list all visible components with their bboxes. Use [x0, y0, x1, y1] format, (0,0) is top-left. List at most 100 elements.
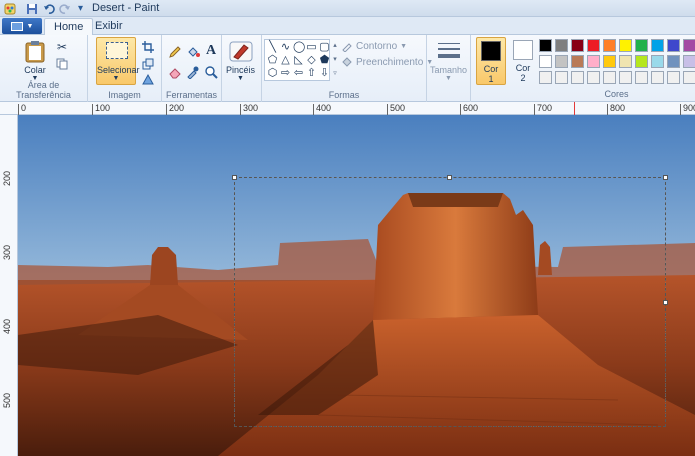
color-swatch[interactable] [571, 71, 584, 84]
chevron-down-icon: ▼ [400, 42, 408, 50]
color-swatch[interactable] [683, 55, 695, 68]
window-title: Desert - Paint [92, 2, 160, 14]
color-swatch[interactable] [587, 39, 600, 52]
left-ruler: 200 300 400 500 [0, 115, 18, 456]
copy-icon[interactable] [54, 56, 70, 72]
pentagon-shape-icon[interactable]: ⬟ [319, 55, 330, 66]
ruler-tick: 900 [680, 104, 695, 115]
select-button[interactable]: Selecionar ▼ [96, 37, 140, 85]
text-icon[interactable]: A [203, 43, 219, 59]
tools-group-label: Ferramentas [165, 90, 218, 100]
color-swatch[interactable] [571, 39, 584, 52]
color-swatch[interactable] [635, 39, 648, 52]
color-picker-icon[interactable] [185, 64, 201, 80]
color-swatch[interactable] [603, 71, 616, 84]
ruler-tick: 600 [460, 104, 478, 115]
selection-handle[interactable] [232, 175, 237, 180]
color-swatch[interactable] [603, 55, 616, 68]
selection-handle[interactable] [663, 300, 668, 305]
paste-label: Colar [24, 65, 46, 75]
selection-handle[interactable] [447, 175, 452, 180]
color-swatch[interactable] [571, 55, 584, 68]
ruler-tick: 800 [607, 104, 625, 115]
curve-shape-icon[interactable]: ∿ [280, 42, 291, 53]
tab-view[interactable]: Exibir [86, 18, 132, 35]
hexagon-shape-icon[interactable]: ⬡ [267, 68, 278, 79]
color-swatch[interactable] [539, 39, 552, 52]
arrow-up-shape-icon[interactable]: ⇧ [306, 68, 317, 79]
paste-button[interactable]: Colar ▼ [24, 39, 46, 82]
arrow-down-shape-icon[interactable]: ⇩ [319, 68, 330, 79]
color-swatch[interactable] [539, 71, 552, 84]
drawing-canvas[interactable] [18, 115, 695, 456]
color-swatch[interactable] [619, 71, 632, 84]
polygon-shape-icon[interactable]: ⬠ [267, 55, 278, 66]
color1-button[interactable]: Cor 1 [476, 37, 506, 85]
file-menu-icon [10, 21, 23, 31]
shapes-scroll[interactable]: ▴ ▾ ▿ [331, 39, 339, 81]
rectangle-shape-icon[interactable]: ▭ [306, 42, 317, 53]
magnifier-icon[interactable] [203, 64, 219, 80]
triangle-shape-icon[interactable]: △ [280, 55, 291, 66]
fill-shape-icon [342, 57, 352, 67]
eraser-icon[interactable] [167, 64, 183, 80]
arrow-left-shape-icon[interactable]: ⇦ [293, 68, 304, 79]
brushes-button[interactable]: Pincéis ▼ [226, 39, 255, 82]
outline-button[interactable]: Contorno ▼ [341, 40, 407, 52]
file-menu-button[interactable]: ▼ [2, 18, 42, 34]
ruler-cursor-marker [574, 102, 575, 115]
color2-swatch [513, 40, 533, 60]
ruler-tick: 400 [2, 319, 12, 335]
selection-rectangle[interactable] [232, 175, 668, 427]
ruler-tick: 500 [2, 393, 12, 409]
color-swatch[interactable] [539, 55, 552, 68]
color-swatch[interactable] [635, 55, 648, 68]
color-swatch[interactable] [651, 55, 664, 68]
line-shape-icon[interactable]: ╲ [267, 42, 278, 53]
redo-icon[interactable] [58, 2, 71, 15]
fill-button[interactable]: Preenchimento ▼ [341, 56, 433, 68]
chevron-down-icon: ▼ [112, 75, 120, 82]
save-icon[interactable] [25, 2, 38, 15]
color-swatch[interactable] [651, 39, 664, 52]
color-swatch[interactable] [667, 39, 680, 52]
color-swatch[interactable] [619, 39, 632, 52]
crop-icon[interactable] [140, 39, 156, 55]
undo-icon[interactable] [42, 2, 55, 15]
color-swatch[interactable] [667, 71, 680, 84]
color-swatch[interactable] [587, 71, 600, 84]
color-swatch[interactable] [555, 55, 568, 68]
pencil-icon[interactable] [167, 44, 183, 60]
color-swatch[interactable] [587, 55, 600, 68]
ruler-tick: 200 [2, 171, 12, 187]
color-swatch[interactable] [683, 39, 695, 52]
tab-row: ▼ Home Exibir [0, 17, 695, 36]
color-swatch[interactable] [651, 71, 664, 84]
rotate-icon[interactable] [140, 71, 156, 87]
cut-icon[interactable]: ✂ [54, 39, 70, 55]
chevron-down-icon: ▼ [26, 22, 34, 30]
arrow-right-shape-icon[interactable]: ⇨ [280, 68, 291, 79]
color-swatch[interactable] [619, 55, 632, 68]
color-swatch[interactable] [555, 71, 568, 84]
ribbon: Colar ▼ ✂ Área de Transferência Imagem S… [0, 35, 695, 102]
resize-icon[interactable] [140, 56, 156, 72]
size-button[interactable]: Tamanho ▼ [430, 41, 467, 82]
paint-app-icon[interactable] [3, 2, 16, 15]
color-swatch[interactable] [603, 39, 616, 52]
rounded-rect-shape-icon[interactable]: ▢ [319, 42, 330, 53]
color-swatch[interactable] [555, 39, 568, 52]
color-swatch[interactable] [635, 71, 648, 84]
color2-button[interactable]: Cor 2 [508, 37, 538, 85]
color1-swatch [481, 41, 501, 61]
shapes-gallery[interactable]: ╲ ∿ ◯ ▭ ▢ ⬠ △ ◺ ◇ ⬟ ⬡ ⇨ ⇦ ⇧ ⇩ [264, 39, 330, 81]
color-swatch[interactable] [667, 55, 680, 68]
customize-icon[interactable]: ▾ [74, 2, 87, 15]
diamond-shape-icon[interactable]: ◇ [306, 55, 317, 66]
title-bar: ▾ Desert - Paint [0, 0, 695, 17]
fill-icon[interactable] [185, 44, 201, 60]
right-triangle-shape-icon[interactable]: ◺ [293, 55, 304, 66]
color-swatch[interactable] [683, 71, 695, 84]
selection-handle[interactable] [663, 175, 668, 180]
oval-shape-icon[interactable]: ◯ [293, 42, 305, 53]
